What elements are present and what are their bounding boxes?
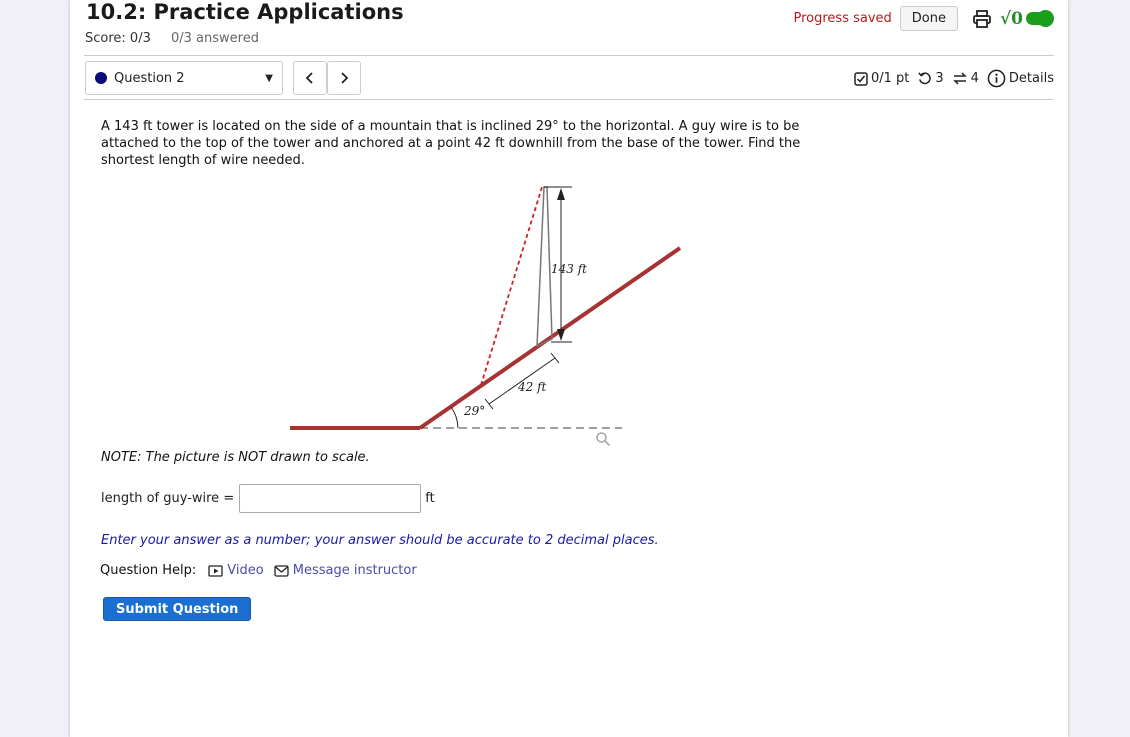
distance-tick-start <box>484 398 494 410</box>
sqrt-icon: √0 <box>999 8 1023 29</box>
answered-count: 0/3 answered <box>171 31 259 46</box>
details-label: Details <box>1008 71 1054 86</box>
arrow-up-icon <box>557 188 565 200</box>
divider <box>84 55 1054 56</box>
progress-saved-status: Progress saved <box>793 11 892 26</box>
assignment-page: 10.2: Practice Applications Score: 0/3 0… <box>70 0 1068 737</box>
score-text: Score: 0/3 <box>85 31 151 46</box>
points-info: 0/1 pt <box>854 71 909 86</box>
retry-icon <box>918 72 932 85</box>
angle-label: 29° <box>463 404 485 418</box>
tower-diagram: 29° 143 ft 42 ft <box>290 186 682 430</box>
arrow-down-icon <box>557 329 565 341</box>
top-toolbar: Progress saved Done √0 <box>793 6 1054 31</box>
video-link[interactable]: Video <box>208 563 264 578</box>
zoom-icon[interactable] <box>595 431 611 451</box>
chevron-right-icon <box>341 72 349 84</box>
math-entry-toggle[interactable]: √0 <box>999 8 1054 29</box>
answer-label: length of guy-wire = <box>101 491 235 506</box>
info-icon <box>987 69 1006 88</box>
attempts-count: 4 <box>970 71 979 86</box>
answer-unit: ft <box>425 491 435 506</box>
next-question-button[interactable] <box>327 61 361 95</box>
message-instructor-link[interactable]: Message instructor <box>274 563 417 578</box>
distance-label: 42 ft <box>517 380 547 394</box>
question-status-dot <box>95 72 107 84</box>
answer-hint: Enter your answer as a number; your answ… <box>101 533 659 548</box>
question-selector[interactable]: Question 2 ▼ <box>85 61 283 95</box>
checkbox-icon <box>854 71 868 86</box>
distance-tick-end <box>550 352 560 364</box>
diagram-note: NOTE: The picture is NOT drawn to scale. <box>101 450 370 465</box>
answer-row: length of guy-wire = ft <box>101 484 435 513</box>
question-meta: 0/1 pt 3 4 Details <box>846 69 1054 88</box>
done-button[interactable]: Done <box>899 6 958 31</box>
question-help-label: Question Help: <box>100 563 197 578</box>
retries-count: 3 <box>935 71 944 86</box>
assignment-title: 10.2: Practice Applications <box>86 0 404 24</box>
points-text: 0/1 pt <box>870 71 910 86</box>
question-text: A 143 ft tower is located on the side of… <box>101 119 801 168</box>
mail-icon <box>274 564 289 577</box>
message-instructor-label: Message instructor <box>292 563 417 578</box>
tower <box>536 186 553 348</box>
video-label: Video <box>227 563 264 578</box>
attempts-icon <box>952 72 967 85</box>
guy-wire <box>480 186 543 386</box>
details-button[interactable]: Details <box>987 69 1054 88</box>
attempts-info: 4 <box>952 71 979 86</box>
angle-arc <box>450 406 459 429</box>
video-icon <box>208 564 223 577</box>
divider <box>84 99 1054 100</box>
print-icon[interactable] <box>972 9 992 29</box>
question-selector-label: Question 2 <box>114 70 185 86</box>
caret-down-icon: ▼ <box>265 72 273 84</box>
previous-question-button[interactable] <box>293 61 327 95</box>
score-row: Score: 0/3 0/3 answered <box>85 31 259 46</box>
toggle-switch[interactable] <box>1026 10 1054 27</box>
submit-question-button[interactable]: Submit Question <box>103 597 252 621</box>
question-help: Question Help: Video Message instructor <box>100 563 417 578</box>
answer-input[interactable] <box>239 484 422 513</box>
retries-info: 3 <box>917 71 944 86</box>
tower-height-label: 143 ft <box>551 262 587 276</box>
chevron-left-icon <box>305 72 313 84</box>
